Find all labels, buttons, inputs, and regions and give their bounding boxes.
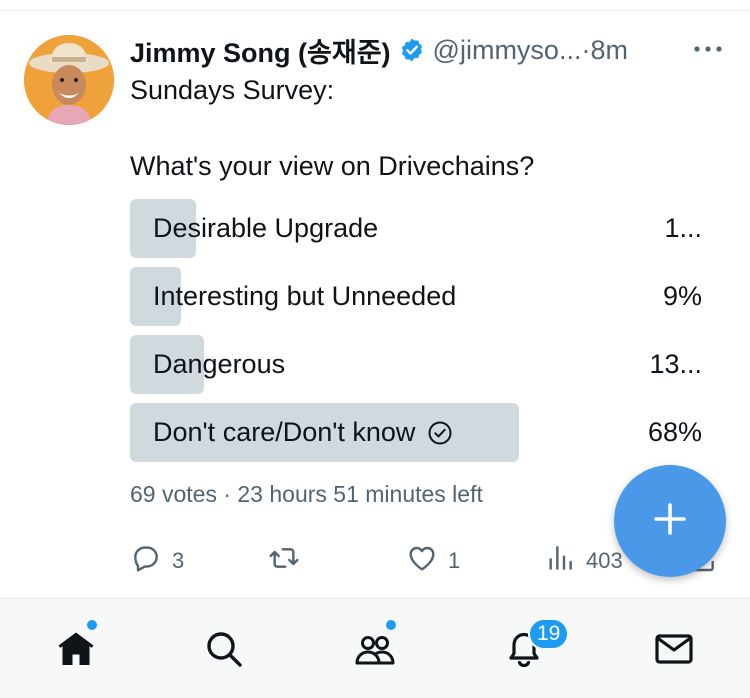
poll-option-percent: 68% [647, 417, 702, 447]
reply-button[interactable]: 3 [130, 541, 184, 581]
nav-messages[interactable] [650, 629, 698, 673]
views-button[interactable]: 403 [544, 541, 623, 581]
tweet-text-line: Sundays Survey: [130, 75, 335, 105]
retweet-button[interactable] [268, 541, 300, 581]
avatar-image [24, 35, 114, 125]
poll-option[interactable]: Dangerous 13... [130, 335, 702, 394]
poll-option-label: Don't care/Don't know [153, 417, 416, 447]
avatar[interactable] [24, 35, 114, 125]
home-unread-dot [86, 619, 98, 631]
views-count: 403 [586, 548, 623, 573]
search-icon [202, 627, 246, 676]
nav-communities[interactable] [351, 619, 399, 676]
tweet-timestamp[interactable]: 8m [590, 35, 628, 66]
poll-option-percent: 1... [664, 213, 702, 243]
tweet-text-line: What's your view on Drivechains? [130, 151, 535, 181]
nav-home[interactable] [52, 619, 100, 676]
bottom-navigation: 19 [0, 598, 750, 698]
poll-meta: 69 votes · 23 hours 51 minutes left [130, 481, 483, 507]
nav-search[interactable] [200, 629, 248, 673]
poll-option[interactable]: Interesting but Unneeded 9% [130, 267, 702, 326]
compose-post-button[interactable] [614, 465, 726, 577]
poll-option-label-row: Don't care/Don't know [153, 403, 453, 462]
poll-option-label: Desirable Upgrade [153, 213, 379, 243]
poll-option-winner[interactable]: Don't care/Don't know 68% [130, 403, 702, 462]
poll-option-label: Interesting but Unneeded [153, 281, 457, 311]
home-icon [54, 627, 98, 676]
tweet-text: Sundays Survey: What's your view on Driv… [130, 71, 710, 185]
reply-icon [130, 542, 162, 580]
poll-option[interactable]: Desirable Upgrade 1... [130, 199, 702, 258]
header-separator: · [581, 34, 591, 65]
plus-icon [650, 499, 690, 544]
reply-count: 3 [172, 548, 185, 573]
like-count: 1 [448, 548, 461, 573]
communities-unread-dot [385, 619, 397, 631]
verified-badge-icon [399, 37, 425, 63]
notifications-badge: 19 [528, 618, 570, 650]
check-circle-icon [427, 420, 453, 446]
poll-option-percent: 9% [662, 281, 702, 311]
mail-icon [652, 627, 696, 676]
analytics-bars-icon [544, 542, 576, 580]
poll: Desirable Upgrade 1... Interesting but U… [130, 199, 702, 471]
poll-option-label: Dangerous [153, 349, 286, 379]
author-handle[interactable]: @jimmyso... [433, 35, 582, 66]
author-name[interactable]: Jimmy Song (송재준) [130, 31, 391, 70]
like-button[interactable]: 1 [406, 541, 460, 581]
poll-option-percent: 13... [649, 349, 702, 379]
more-options-icon[interactable] [692, 39, 724, 59]
tweet-header: Jimmy Song (송재준) @jimmyso... · 8m [130, 31, 628, 70]
retweet-icon [268, 542, 300, 580]
communities-icon [353, 627, 397, 676]
heart-icon [406, 542, 438, 580]
